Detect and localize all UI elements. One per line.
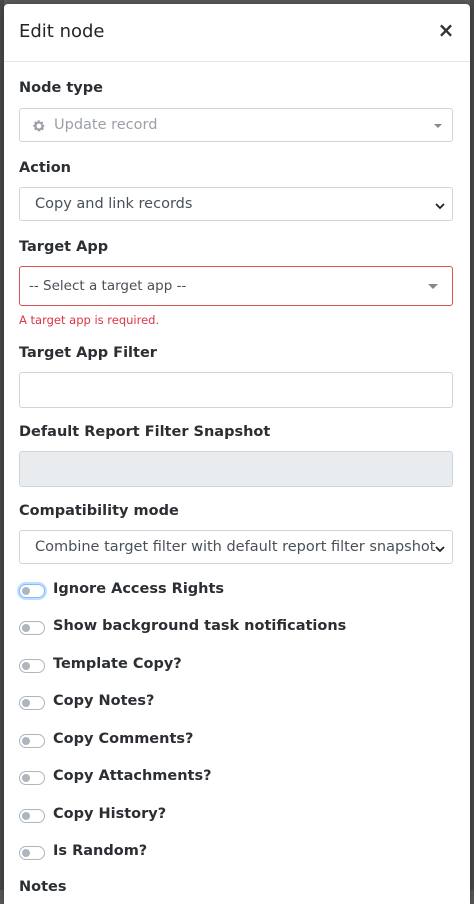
compatibility-mode-select[interactable]: Combine target filter with default repor… bbox=[19, 530, 453, 564]
action-label: Action bbox=[19, 160, 72, 176]
toggle-switch[interactable] bbox=[19, 696, 45, 710]
target-app-select[interactable]: -- Select a target app -- bbox=[19, 266, 453, 306]
toggle-switch[interactable] bbox=[19, 659, 45, 673]
toggle-knob bbox=[22, 587, 30, 595]
action-select[interactable]: Copy and link records bbox=[19, 187, 453, 221]
toggle-switch[interactable] bbox=[19, 734, 45, 748]
modal-title: Edit node bbox=[19, 21, 105, 42]
toggle-knob bbox=[22, 774, 30, 782]
caret-down-icon bbox=[434, 124, 442, 128]
target-app-filter-input[interactable] bbox=[19, 372, 453, 408]
toggle-label: Copy Comments? bbox=[53, 731, 194, 747]
target-app-placeholder: -- Select a target app -- bbox=[29, 278, 187, 294]
default-report-filter-label: Default Report Filter Snapshot bbox=[19, 424, 271, 440]
action-value: Copy and link records bbox=[35, 196, 193, 212]
toggle-switch[interactable] bbox=[19, 771, 45, 785]
caret-down-icon bbox=[428, 284, 438, 289]
toggle-label: Template Copy? bbox=[53, 656, 182, 672]
node-type-select[interactable]: Update record bbox=[19, 108, 453, 142]
target-app-label: Target App bbox=[19, 239, 109, 255]
toggle-knob bbox=[22, 737, 30, 745]
toggle-knob bbox=[22, 699, 30, 707]
toggle-switch[interactable] bbox=[19, 846, 45, 860]
toggle-switch[interactable] bbox=[19, 621, 45, 635]
modal-header: Edit node × bbox=[4, 4, 470, 62]
default-report-filter-input bbox=[19, 451, 453, 487]
node-type-value: Update record bbox=[54, 117, 158, 133]
gear-icon bbox=[32, 118, 46, 132]
compatibility-mode-value: Combine target filter with default repor… bbox=[35, 539, 436, 555]
compatibility-mode-label: Compatibility mode bbox=[19, 503, 179, 519]
toggle-label: Is Random? bbox=[53, 843, 148, 859]
toggle-label: Show background task notifications bbox=[53, 618, 347, 634]
toggle-label: Copy Notes? bbox=[53, 693, 155, 709]
toggle-knob bbox=[22, 624, 30, 632]
toggle-switch[interactable] bbox=[19, 584, 45, 598]
toggle-label: Copy History? bbox=[53, 806, 167, 822]
target-app-filter-label: Target App Filter bbox=[19, 345, 157, 361]
toggle-knob bbox=[22, 849, 30, 857]
node-type-label: Node type bbox=[19, 80, 103, 96]
background-app-right-edge bbox=[470, 0, 474, 890]
target-app-error: A target app is required. bbox=[19, 313, 160, 327]
chevron-down-icon bbox=[434, 540, 446, 553]
toggle-label: Copy Attachments? bbox=[53, 768, 212, 784]
notes-label: Notes bbox=[19, 879, 67, 895]
close-icon[interactable]: × bbox=[434, 18, 458, 42]
toggle-knob bbox=[22, 812, 30, 820]
toggle-knob bbox=[22, 662, 30, 670]
toggle-switch[interactable] bbox=[19, 809, 45, 823]
edit-node-modal: Edit node × Node type Update record Acti… bbox=[4, 4, 470, 904]
chevron-down-icon bbox=[434, 197, 446, 210]
toggle-label: Ignore Access Rights bbox=[53, 581, 225, 597]
